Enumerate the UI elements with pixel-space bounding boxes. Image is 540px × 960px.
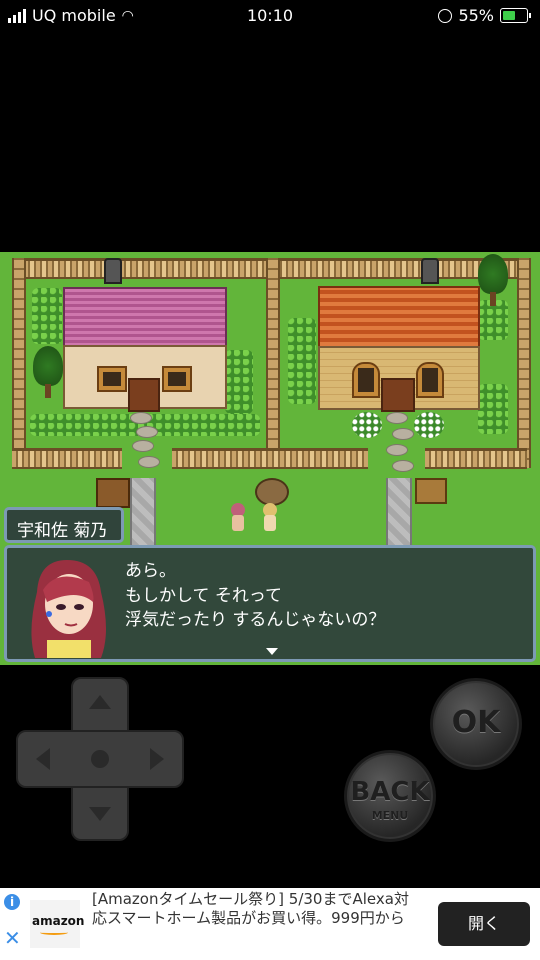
logo-text: amazon — [32, 914, 85, 928]
chimney — [104, 258, 122, 284]
message-line-3: 浮気だったり するんじゃないの？ — [125, 610, 386, 630]
house-window — [416, 362, 444, 398]
house-window — [162, 366, 192, 392]
message-window[interactable]: あら。 もしかして それって 浮気だったり するんじゃないの？ — [4, 545, 536, 662]
house-door — [128, 378, 160, 412]
hedge — [225, 350, 253, 414]
stone-path — [130, 478, 156, 546]
dpad-center — [91, 750, 109, 768]
ad-open-button[interactable]: 開く — [438, 902, 530, 946]
fence-bottom-right — [425, 448, 527, 469]
ad-banner[interactable]: i ✕ amazon [Amazonタイムセール祭り] 5/30までAlexa対… — [0, 888, 540, 960]
wooden-crate — [96, 478, 130, 508]
stepping-stone — [386, 444, 408, 456]
dpad-down-icon[interactable] — [89, 807, 111, 821]
message-line-1: あら。 — [125, 561, 176, 581]
stone-path — [386, 478, 412, 546]
hedge — [288, 318, 316, 404]
house-roof-pink — [63, 287, 227, 351]
house-door — [381, 378, 415, 412]
stepping-stone — [138, 456, 160, 468]
continue-arrow-icon — [266, 648, 278, 655]
signpost — [415, 478, 447, 504]
speaker-name: 宇和佐 菊乃 — [17, 521, 108, 541]
stepping-stone — [392, 460, 414, 472]
message-line-2: もしかして それって — [125, 586, 283, 606]
tree — [478, 254, 508, 308]
chimney — [421, 258, 439, 284]
status-bar: UQ mobile ◠ 10:10 55% — [0, 0, 540, 32]
flower-bush — [352, 412, 382, 438]
flower-bush — [414, 412, 444, 438]
fence-left — [12, 258, 26, 468]
battery-percent: 55% — [458, 6, 494, 25]
stepping-stone — [392, 428, 414, 440]
house-window — [352, 362, 380, 398]
stepping-stone — [386, 412, 408, 424]
tree — [33, 346, 63, 400]
dpad-up-icon[interactable] — [89, 695, 111, 709]
ad-close-icon[interactable]: ✕ — [4, 926, 21, 950]
dpad[interactable] — [16, 677, 184, 841]
status-right: 55% — [438, 6, 531, 25]
ad-text[interactable]: [Amazonタイムセール祭り] 5/30までAlexa対応スマートホーム製品が… — [92, 890, 422, 928]
well — [255, 478, 289, 506]
stepping-stone — [130, 412, 152, 424]
dpad-left-icon[interactable] — [36, 748, 50, 770]
stepping-stone — [136, 426, 158, 438]
fence-bottom-left — [12, 448, 122, 469]
speaker-name-box: 宇和佐 菊乃 — [4, 507, 124, 543]
back-button[interactable]: BACK MENU — [344, 750, 436, 842]
hedge — [478, 384, 508, 434]
fence-bottom-middle — [172, 448, 368, 469]
ok-button[interactable]: OK — [430, 678, 522, 770]
ok-label: OK — [451, 705, 501, 740]
amazon-logo: amazon — [30, 900, 84, 948]
stepping-stone — [132, 440, 154, 452]
fence-right — [517, 258, 531, 468]
ad-info-icon[interactable]: i — [4, 894, 20, 910]
house-roof-orange — [318, 286, 480, 352]
back-label: BACK — [350, 777, 430, 807]
dpad-right-icon[interactable] — [150, 748, 164, 770]
character-portrait — [17, 552, 119, 658]
menu-label: MENU — [371, 809, 409, 822]
orientation-lock-icon — [438, 8, 453, 23]
battery-icon — [500, 8, 531, 23]
fence-middle — [266, 258, 280, 458]
house-window — [97, 366, 127, 392]
npc-character — [229, 503, 247, 531]
hedge — [32, 288, 62, 344]
player-character — [261, 503, 279, 531]
